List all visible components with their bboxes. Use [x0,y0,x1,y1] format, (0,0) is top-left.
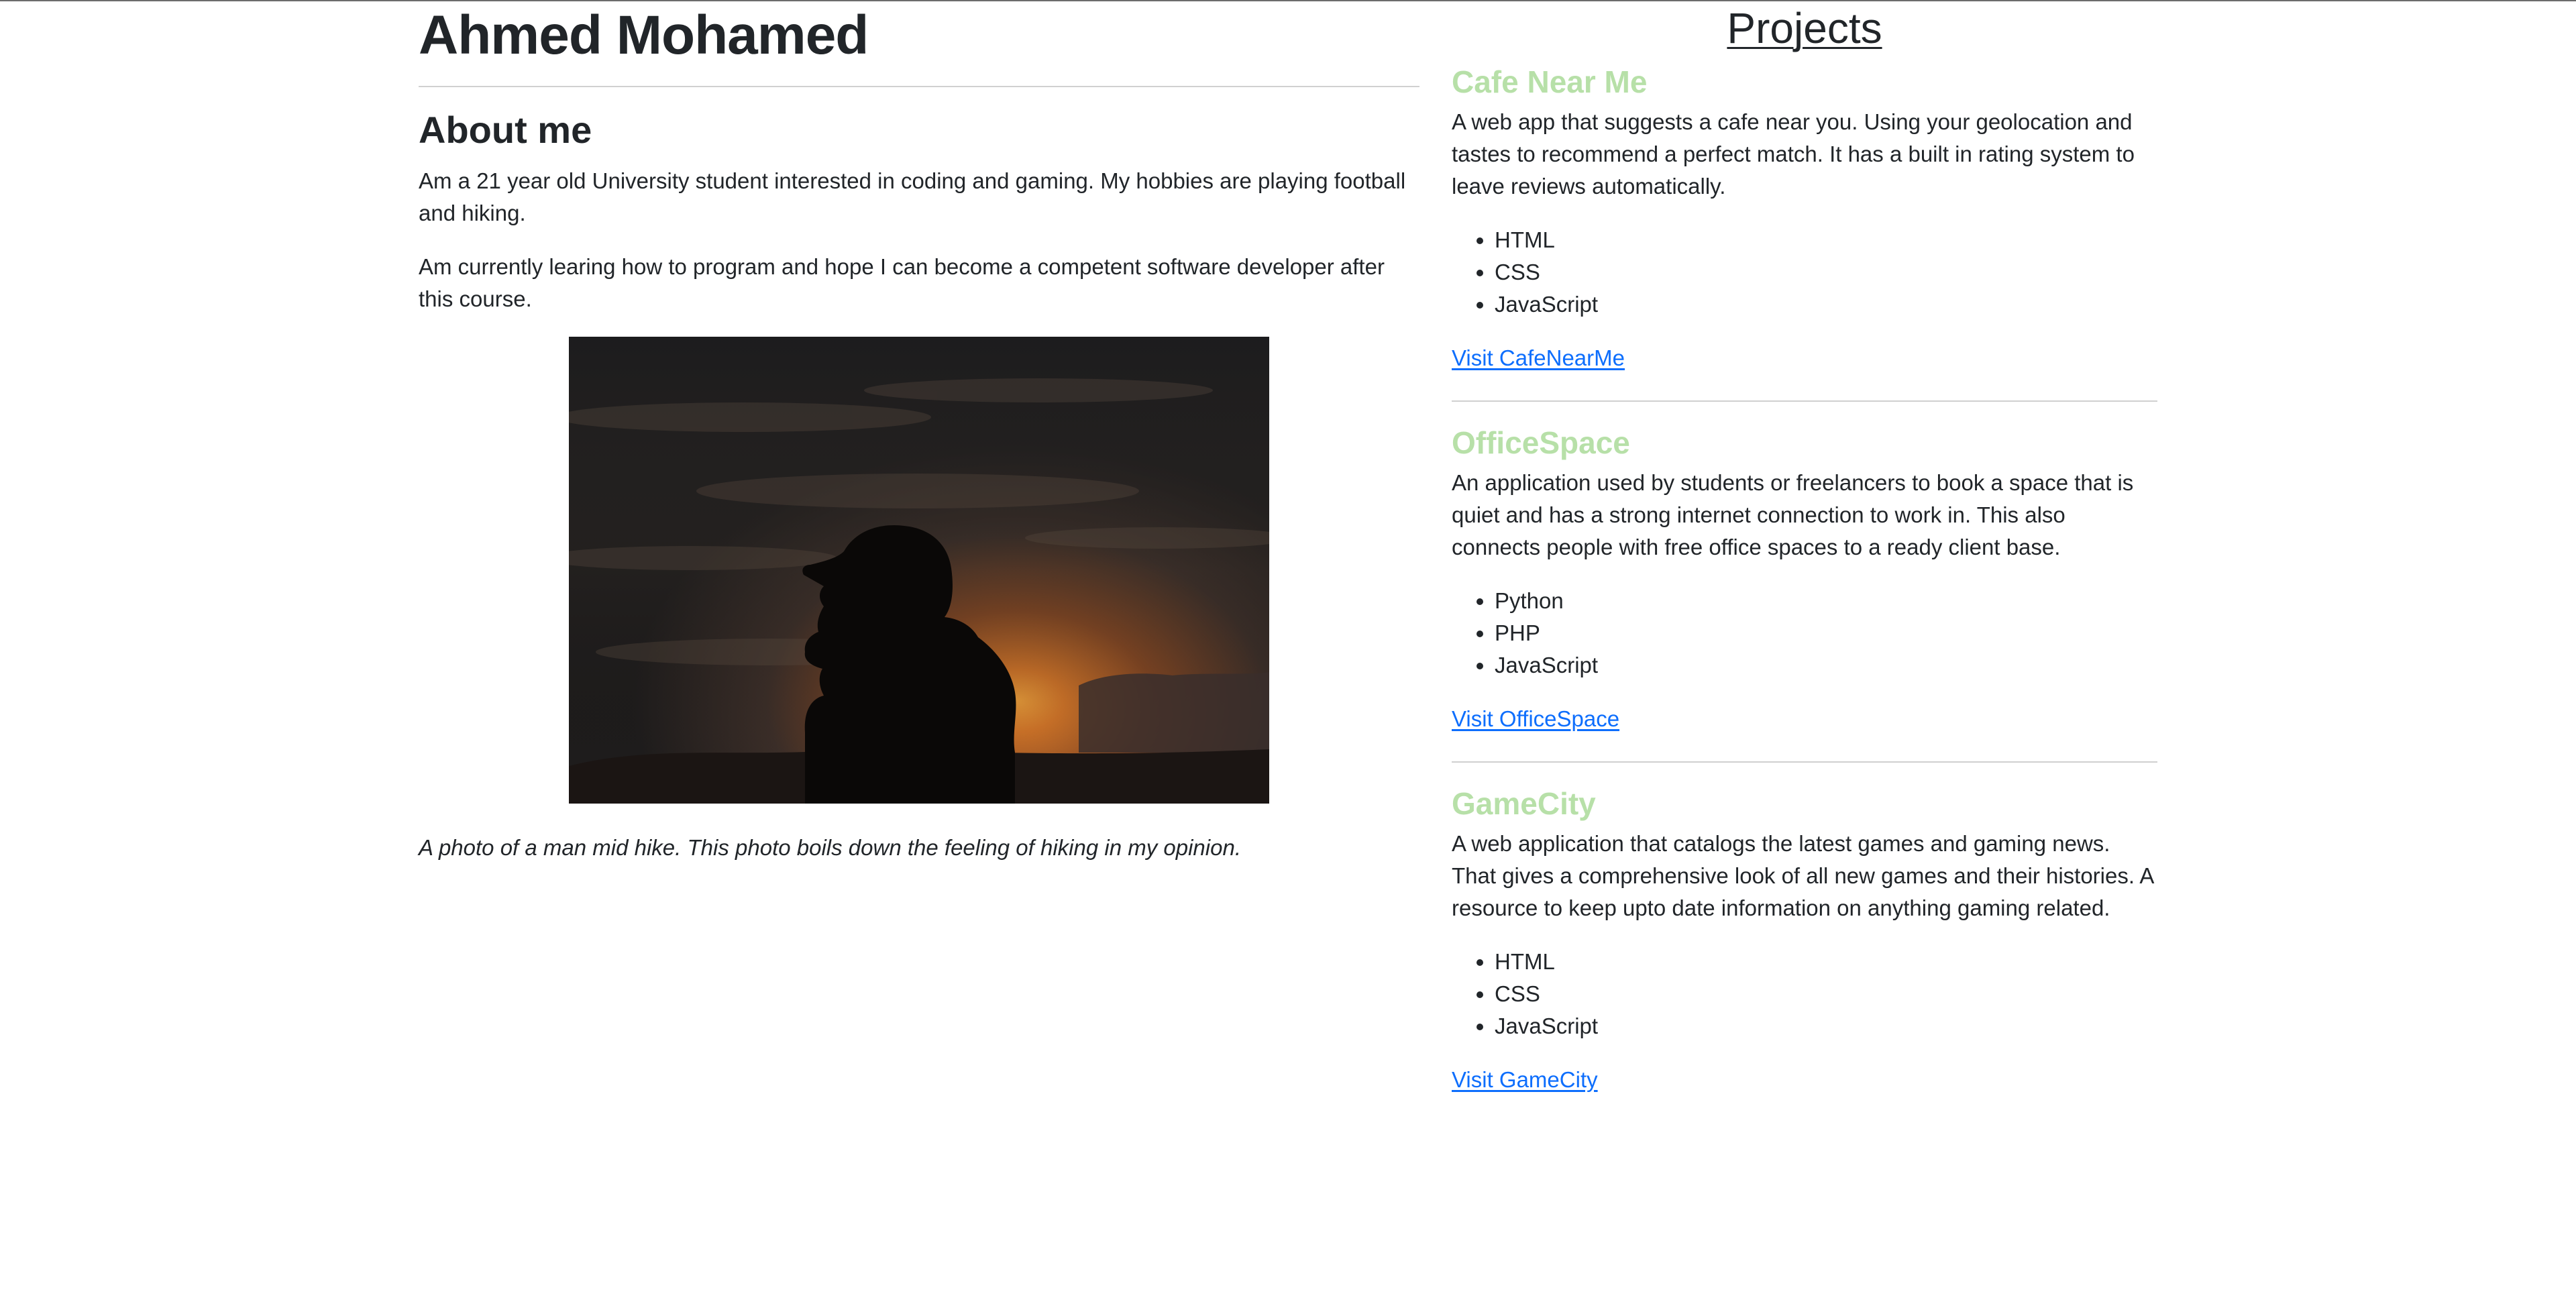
projects-heading: Projects [1727,4,1882,52]
project-card: OfficeSpace An application used by stude… [1452,423,2157,735]
tech-item: CSS [1495,978,2157,1010]
project-card: Cafe Near Me A web app that suggests a c… [1452,62,2157,374]
about-heading: About me [419,109,592,151]
project-title: OfficeSpace [1452,425,1630,460]
project-description: A web application that catalogs the late… [1452,831,2153,920]
tech-item: HTML [1495,224,2157,256]
project-title: Cafe Near Me [1452,64,1648,99]
title-divider [419,86,1419,87]
tech-item: JavaScript [1495,1010,2157,1042]
project-description: A web app that suggests a cafe near you.… [1452,109,2135,199]
tech-list: Python PHP JavaScript [1452,585,2157,681]
project-divider [1452,761,2157,763]
tech-item: PHP [1495,617,2157,649]
tech-list: HTML CSS JavaScript [1452,946,2157,1042]
tech-item: CSS [1495,256,2157,288]
tech-item: Python [1495,585,2157,617]
about-paragraph: Am currently learing how to program and … [419,254,1385,311]
about-paragraph: Am a 21 year old University student inte… [419,168,1406,225]
tech-list: HTML CSS JavaScript [1452,224,2157,321]
project-divider [1452,400,2157,402]
photo-caption: A photo of a man mid hike. This photo bo… [419,835,1241,860]
project-description: An application used by students or freel… [1452,470,2134,559]
window-top-border [0,0,2576,1]
page-title: Ahmed Mohamed [419,5,869,66]
tech-item: HTML [1495,946,2157,978]
tech-item: JavaScript [1495,288,2157,321]
hiker-silhouette-photo [569,337,1269,804]
visit-cafenearme-link[interactable]: Visit CafeNearMe [1452,342,1625,374]
visit-gamecity-link[interactable]: Visit GameCity [1452,1064,1598,1096]
project-title: GameCity [1452,786,1596,821]
project-card: GameCity A web application that catalogs… [1452,783,2157,1096]
tech-item: JavaScript [1495,649,2157,681]
visit-officespace-link[interactable]: Visit OfficeSpace [1452,703,1619,735]
